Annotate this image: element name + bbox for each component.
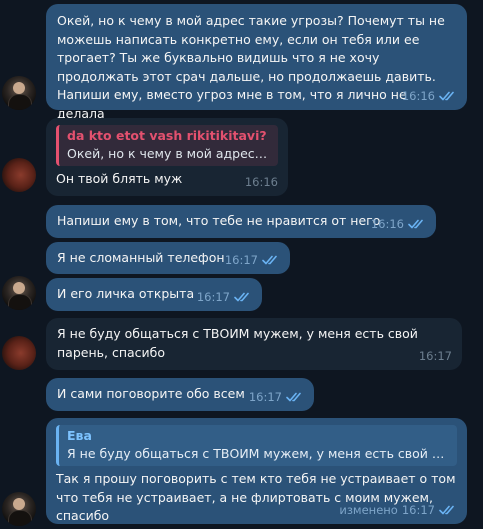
message-bubble[interactable]: И его личка открыта 16:17 <box>46 278 262 311</box>
message-text: Я не буду общаться с ТВОИМ мужем, у меня… <box>57 326 418 360</box>
message-bubble[interactable]: Я не буду общаться с ТВОИМ мужем, у меня… <box>46 318 462 370</box>
message-time: 16:16 <box>244 174 278 189</box>
message-meta: изменено 16:17 <box>339 501 457 520</box>
message-time: 16:17 <box>196 289 230 304</box>
message-time: 16:16 <box>401 88 435 103</box>
message-meta: 16:17 <box>197 288 252 307</box>
double-check-icon <box>439 91 454 101</box>
message-meta: 16:17 <box>225 251 280 270</box>
double-check-icon <box>262 255 277 265</box>
message-meta: 16:16 <box>245 173 278 192</box>
contact-avatar[interactable] <box>2 158 36 192</box>
message-bubble[interactable]: И сами поговорите обо всем 16:17 <box>46 378 314 411</box>
reply-sender-name: da kto etot vash rikitikitavi? <box>67 128 267 143</box>
message-time: 16:17 <box>401 502 435 517</box>
message-text: Окей, но к чему в мой адрес такие угрозы… <box>57 13 445 121</box>
message-time: 16:17 <box>418 348 452 363</box>
reply-quote[interactable]: Ева Я не буду общаться с ТВОИМ мужем, у … <box>56 425 457 466</box>
reply-quote[interactable]: da kto etot vash rikitikitavi? Окей, но … <box>56 125 278 166</box>
message-meta: 16:17 <box>249 388 304 407</box>
message-bubble[interactable]: Напиши ему в том, что тебе не нравится о… <box>46 205 436 238</box>
message-time: 16:16 <box>370 216 404 231</box>
double-check-icon <box>439 505 454 515</box>
message-meta: 16:17 <box>419 347 452 366</box>
contact-avatar[interactable] <box>2 276 36 310</box>
message-meta: 16:16 <box>371 215 426 234</box>
message-bubble[interactable]: Окей, но к чему в мой адрес такие угрозы… <box>46 4 467 121</box>
message-time: 16:17 <box>248 389 282 404</box>
message-time: 16:17 <box>224 252 258 267</box>
double-check-icon <box>408 219 423 229</box>
reply-sender-name: Ева <box>67 428 92 443</box>
double-check-icon <box>234 292 249 302</box>
message-meta: 16:16 <box>402 87 457 106</box>
message-bubble[interactable]: Я не сломанный телефон 16:17 <box>46 242 290 274</box>
double-check-icon <box>286 392 301 402</box>
contact-avatar[interactable] <box>2 336 36 370</box>
message-bubble[interactable]: Ева Я не буду общаться с ТВОИМ мужем, у … <box>46 418 467 524</box>
edited-label: изменено <box>339 502 398 517</box>
contact-avatar[interactable] <box>2 76 36 110</box>
reply-preview-text: Я не буду общаться с ТВОИМ мужем, у меня… <box>67 446 449 461</box>
message-bubble[interactable]: da kto etot vash rikitikitavi? Окей, но … <box>46 118 288 196</box>
contact-avatar[interactable] <box>2 492 36 526</box>
reply-preview-text: Окей, но к чему в мой адрес та... <box>67 146 270 161</box>
